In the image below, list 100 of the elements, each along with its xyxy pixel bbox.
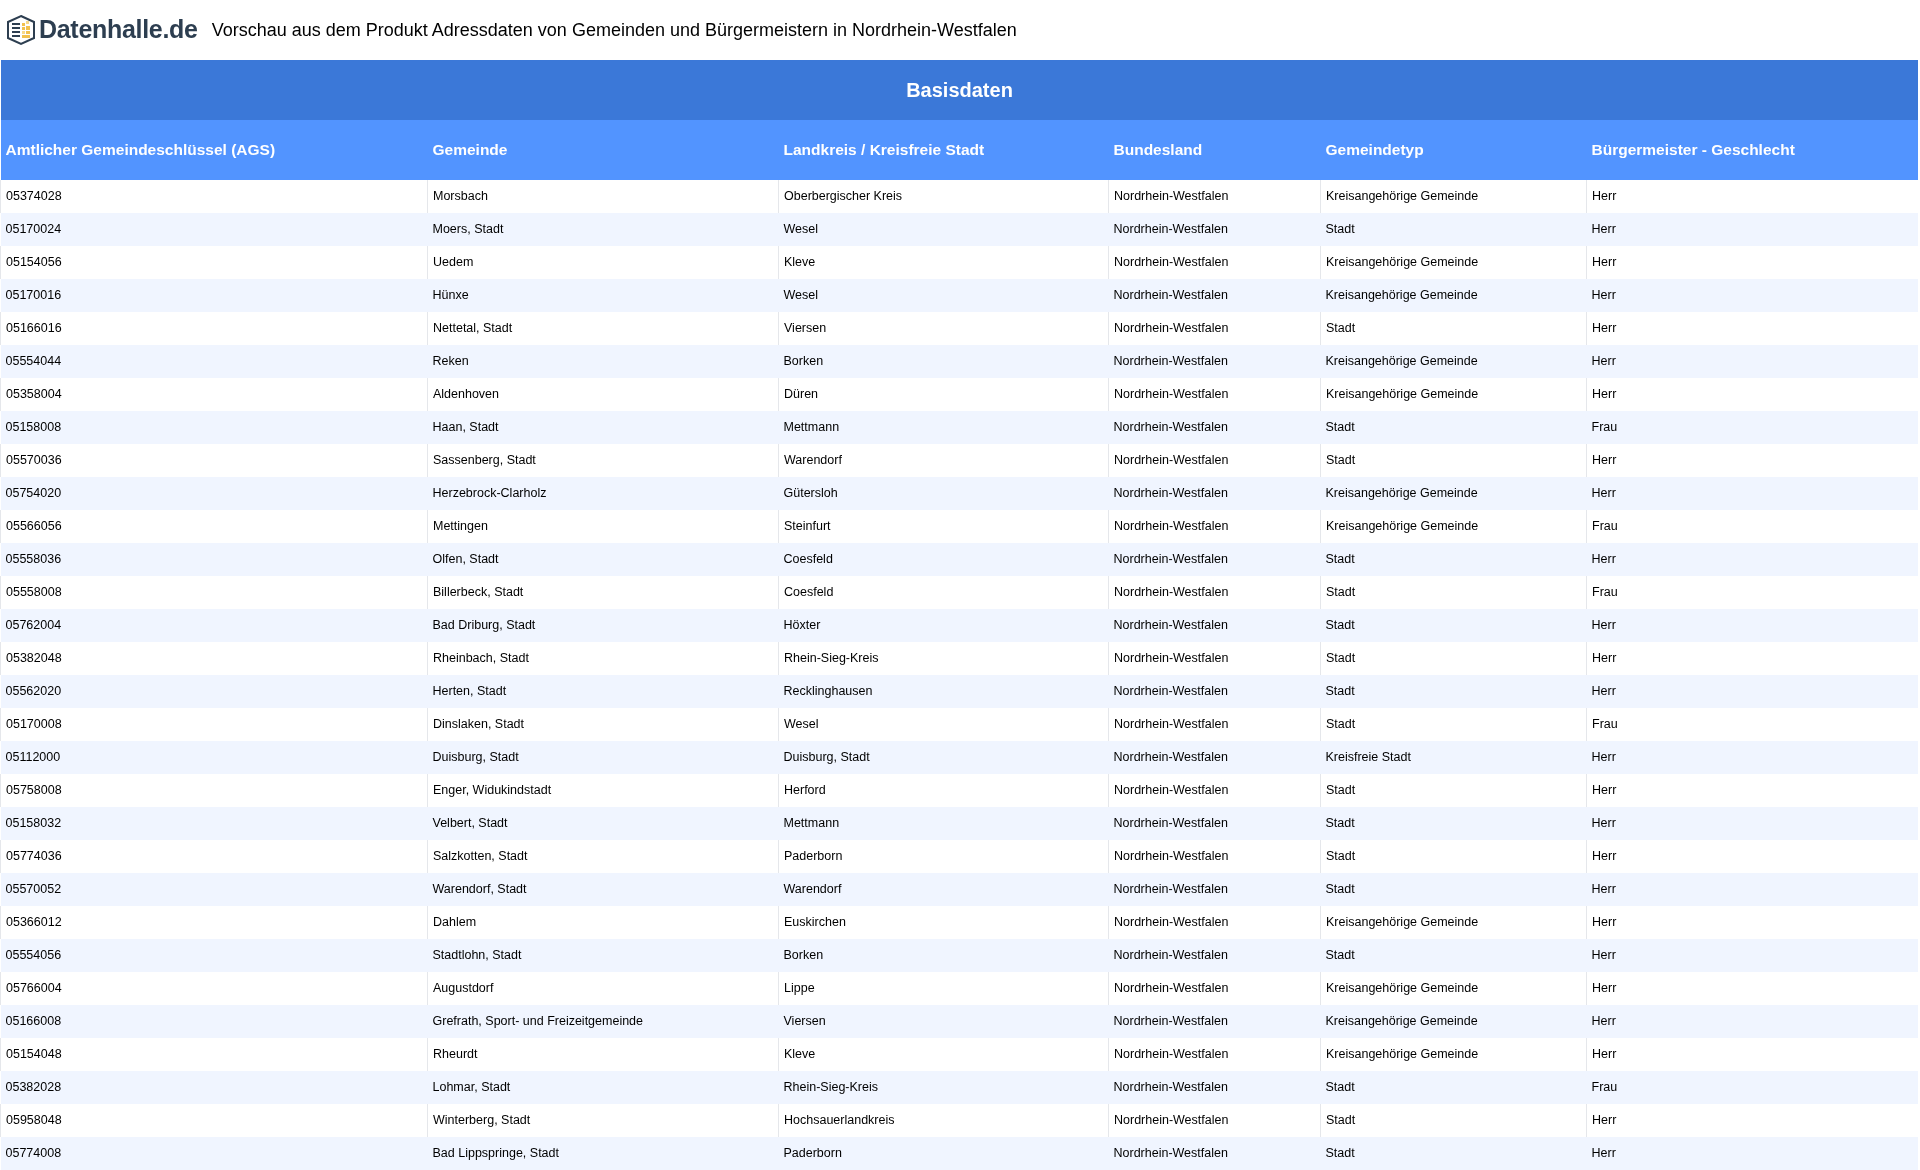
logo-text[interactable]: Datenhalle.de (39, 11, 198, 49)
column-header: Gemeindetyp (1320, 120, 1587, 180)
table-cell: Mettmann (778, 411, 1109, 444)
table-cell: Nordrhein-Westfalen (1108, 741, 1321, 774)
table-cell: Kreisangehörige Gemeinde (1320, 477, 1587, 510)
group-header: Basisdaten (0, 60, 1918, 120)
table-cell: Herr (1586, 873, 1918, 906)
table-cell: Nordrhein-Westfalen (1108, 213, 1321, 246)
table-cell: Stadt (1320, 543, 1587, 576)
table-cell: 05754020 (0, 477, 428, 510)
table-cell: Nordrhein-Westfalen (1108, 1005, 1321, 1038)
table-cell: Kreisangehörige Gemeinde (1320, 279, 1587, 312)
table-cell: Herr (1586, 675, 1918, 708)
table-cell: Wesel (778, 213, 1109, 246)
table-cell: Nordrhein-Westfalen (1108, 477, 1321, 510)
column-header: Gemeinde (427, 120, 779, 180)
table-cell: 05166008 (0, 1005, 428, 1038)
table-cell: Herr (1586, 279, 1918, 312)
table-cell: Nordrhein-Westfalen (1108, 873, 1321, 906)
table-cell: Duisburg, Stadt (778, 741, 1109, 774)
column-header: Bürgermeister - Geschlecht (1586, 120, 1918, 180)
table-cell: 05554044 (0, 345, 428, 378)
table-cell: Paderborn (778, 1137, 1109, 1170)
table-cell: Herr (1586, 807, 1918, 840)
table-cell: Stadt (1320, 1137, 1587, 1170)
table-cell: Kreisangehörige Gemeinde (1320, 1005, 1587, 1038)
table-cell: Frau (1586, 411, 1918, 444)
table-cell: Nordrhein-Westfalen (1108, 1137, 1321, 1170)
table-cell: 05170016 (0, 279, 428, 312)
table-cell: Herr (1586, 1005, 1918, 1038)
table-cell: Lohmar, Stadt (427, 1071, 779, 1104)
table-cell: Haan, Stadt (427, 411, 779, 444)
table-cell: Olfen, Stadt (427, 543, 779, 576)
table-cell: Herr (1586, 609, 1918, 642)
table-cell: Mettmann (778, 807, 1109, 840)
table-cell: Hünxe (427, 279, 779, 312)
table-cell: Nordrhein-Westfalen (1108, 939, 1321, 972)
table-cell: Nordrhein-Westfalen (1108, 807, 1321, 840)
table-cell: Nordrhein-Westfalen (1108, 279, 1321, 312)
table-cell: Stadt (1320, 213, 1587, 246)
table-cell: 05170024 (0, 213, 428, 246)
table-cell: Coesfeld (778, 543, 1109, 576)
table-cell: Wesel (778, 279, 1109, 312)
table-cell: Nordrhein-Westfalen (1108, 411, 1321, 444)
table-cell: Stadt (1320, 609, 1587, 642)
table-cell: Borken (778, 939, 1109, 972)
table-cell: Recklinghausen (778, 675, 1109, 708)
table-cell: Stadt (1320, 411, 1587, 444)
column-header: Landkreis / Kreisfreie Stadt (778, 120, 1109, 180)
column-header: Bundesland (1108, 120, 1321, 180)
table-cell: Bad Lippspringe, Stadt (427, 1137, 779, 1170)
table-cell: Herr (1586, 939, 1918, 972)
table-cell: Duisburg, Stadt (427, 741, 779, 774)
table-cell: Herzebrock-Clarholz (427, 477, 779, 510)
table-cell: Grefrath, Sport- und Freizeitgemeinde (427, 1005, 779, 1038)
table-cell: 05382028 (0, 1071, 428, 1104)
table-cell: Kreisfreie Stadt (1320, 741, 1587, 774)
table-cell: 05158032 (0, 807, 428, 840)
table-cell: Moers, Stadt (427, 213, 779, 246)
table-cell: 05558036 (0, 543, 428, 576)
table-cell: Herr (1586, 1137, 1918, 1170)
column-header: Amtlicher Gemeindeschlüssel (AGS) (0, 120, 428, 180)
table-cell: Stadt (1320, 675, 1587, 708)
table-cell: Warendorf, Stadt (427, 873, 779, 906)
table-cell: Stadtlohn, Stadt (427, 939, 779, 972)
table-cell: 05112000 (0, 741, 428, 774)
table-cell: Rhein-Sieg-Kreis (778, 1071, 1109, 1104)
logo-icon (5, 14, 37, 46)
table-cell: Herr (1586, 345, 1918, 378)
table-cell: 05774008 (0, 1137, 428, 1170)
table-cell: Herr (1586, 213, 1918, 246)
table-cell: Höxter (778, 609, 1109, 642)
table-cell: Reken (427, 345, 779, 378)
table-cell: Nordrhein-Westfalen (1108, 543, 1321, 576)
table-cell: Frau (1586, 1071, 1918, 1104)
page-title: Vorschau aus dem Produkt Adressdaten von Gemeinden und Bürgermeistern in Nordrhein-Westfalen (211, 18, 1017, 42)
table-cell: Velbert, Stadt (427, 807, 779, 840)
table-cell: Nordrhein-Westfalen (1108, 609, 1321, 642)
table-cell: Stadt (1320, 1071, 1587, 1104)
table-cell: Gütersloh (778, 477, 1109, 510)
table-cell: Stadt (1320, 873, 1587, 906)
table-cell: Bad Driburg, Stadt (427, 609, 779, 642)
table-cell: 05158008 (0, 411, 428, 444)
table-cell: Nordrhein-Westfalen (1108, 345, 1321, 378)
table-cell: Herr (1586, 477, 1918, 510)
table-cell: Viersen (778, 1005, 1109, 1038)
table-cell: Stadt (1320, 807, 1587, 840)
table-cell: Warendorf (778, 873, 1109, 906)
table-cell: Nordrhein-Westfalen (1108, 675, 1321, 708)
table-cell: Herr (1586, 543, 1918, 576)
table-cell: 05554056 (0, 939, 428, 972)
table-cell: Stadt (1320, 939, 1587, 972)
table-cell: 05762004 (0, 609, 428, 642)
table-cell: Kreisangehörige Gemeinde (1320, 345, 1587, 378)
table-cell: 05570052 (0, 873, 428, 906)
table-cell: Borken (778, 345, 1109, 378)
table-cell: Herr (1586, 741, 1918, 774)
table-cell: Herten, Stadt (427, 675, 779, 708)
table-cell: 05562020 (0, 675, 428, 708)
table-cell: Nordrhein-Westfalen (1108, 1071, 1321, 1104)
